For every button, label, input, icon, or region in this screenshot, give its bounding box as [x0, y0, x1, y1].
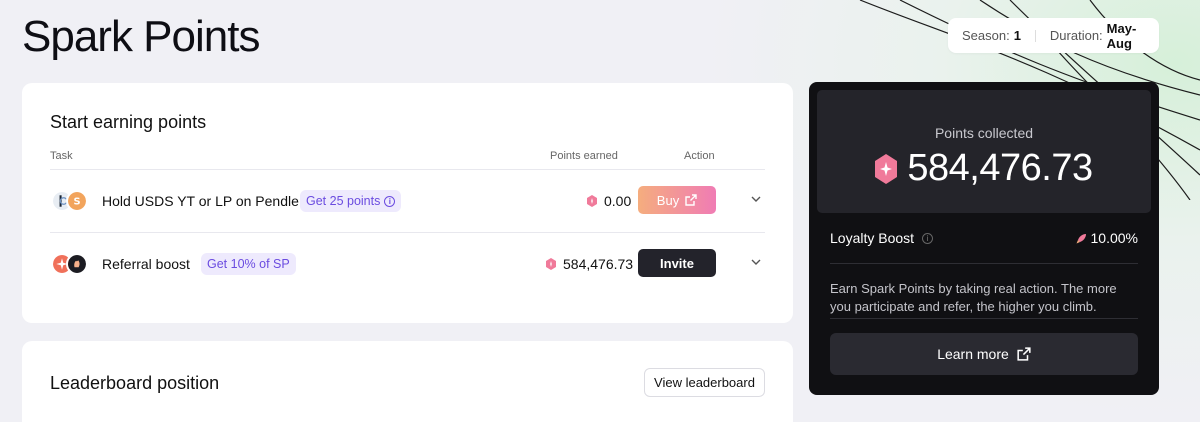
- learn-more-label: Learn more: [937, 346, 1009, 362]
- task-icons: [51, 253, 93, 277]
- season-info: Season: 1 Duration: May-Aug: [948, 18, 1159, 53]
- info-icon[interactable]: i: [922, 232, 934, 244]
- info-icon[interactable]: i: [384, 195, 396, 207]
- duration-label: Duration:: [1049, 28, 1103, 43]
- points-summary-card: Points collected 584,476.73 Loyalty Boos…: [809, 82, 1159, 395]
- invite-button-label: Invite: [660, 255, 694, 271]
- points-earned: 0.00: [587, 193, 631, 209]
- external-link-icon: [1017, 347, 1031, 361]
- col-header-points: Points earned: [550, 150, 618, 162]
- buy-button[interactable]: Buy: [638, 186, 716, 214]
- reward-badge-text: Get 25 points: [306, 194, 381, 208]
- task-label: Referral boost: [102, 256, 190, 272]
- spark-gem-icon: [587, 195, 597, 207]
- svg-text:S: S: [73, 196, 80, 207]
- season-label: Season:: [962, 28, 1010, 43]
- header-divider: [50, 169, 765, 170]
- season-segment: Season: 1: [948, 28, 1021, 43]
- leaderboard-title: Leaderboard position: [50, 373, 220, 393]
- external-link-icon: [685, 194, 697, 206]
- points-collected-value-row: 584,476.73: [817, 147, 1151, 190]
- loyalty-boost-value-group: 10.00%: [1076, 230, 1138, 246]
- points-earned: 584,476.73: [546, 256, 633, 272]
- hand-wave-icon: [66, 253, 88, 275]
- points-value: 584,476.73: [563, 256, 634, 272]
- loyalty-boost-value: 10.00%: [1090, 230, 1138, 246]
- col-header-task: Task: [50, 150, 73, 162]
- reward-badge-text: Get 10% of SP: [207, 257, 290, 271]
- points-collected-label: Points collected: [934, 125, 1034, 141]
- task-row: S Hold USDS YT or LP on Pendle Get 25 po…: [50, 171, 765, 231]
- reward-badge: Get 10% of SP: [201, 253, 296, 275]
- divider: [830, 318, 1138, 319]
- page-title: Spark Points: [22, 12, 260, 61]
- task-label: Hold USDS YT or LP on Pendle: [102, 193, 299, 209]
- task-row: Referral boost Get 10% of SP 584,476.73 …: [50, 234, 765, 294]
- rocket-icon: [1076, 233, 1086, 243]
- summary-description: Earn Spark Points by taking real action.…: [830, 281, 1117, 314]
- usds-icon: S: [66, 190, 88, 212]
- duration-segment: Duration: May-Aug: [1036, 21, 1159, 51]
- duration-value: May-Aug: [1106, 20, 1137, 51]
- invite-button[interactable]: Invite: [638, 249, 716, 277]
- loyalty-boost-label-group: Loyalty Boost i: [830, 230, 934, 246]
- chevron-down-icon[interactable]: [750, 256, 762, 268]
- loyalty-boost-label: Loyalty Boost: [830, 230, 915, 246]
- col-header-action: Action: [684, 150, 715, 162]
- view-leaderboard-button[interactable]: View leaderboard: [644, 368, 765, 397]
- loyalty-boost-row: Loyalty Boost i 10.00%: [830, 230, 1138, 246]
- learn-more-button[interactable]: Learn more: [830, 333, 1138, 375]
- earn-points-card: Start earning points Task Points earned …: [22, 83, 793, 323]
- buy-button-label: Buy: [656, 192, 680, 208]
- chevron-down-icon[interactable]: [750, 193, 762, 205]
- divider: [830, 263, 1138, 264]
- leaderboard-card: Leaderboard position View leaderboard: [22, 341, 793, 422]
- task-icons: S: [51, 190, 93, 214]
- points-value: 0.00: [604, 193, 632, 209]
- points-collected-panel: Points collected 584,476.73: [817, 90, 1151, 213]
- reward-badge: Get 25 points i: [300, 190, 402, 212]
- row-divider: [50, 232, 765, 233]
- spark-gem-icon: [546, 258, 556, 270]
- spark-gem-icon: [875, 153, 898, 184]
- earn-card-title: Start earning points: [50, 112, 207, 132]
- points-collected-value: 584,476.73: [907, 147, 1093, 189]
- season-value: 1: [1013, 28, 1021, 43]
